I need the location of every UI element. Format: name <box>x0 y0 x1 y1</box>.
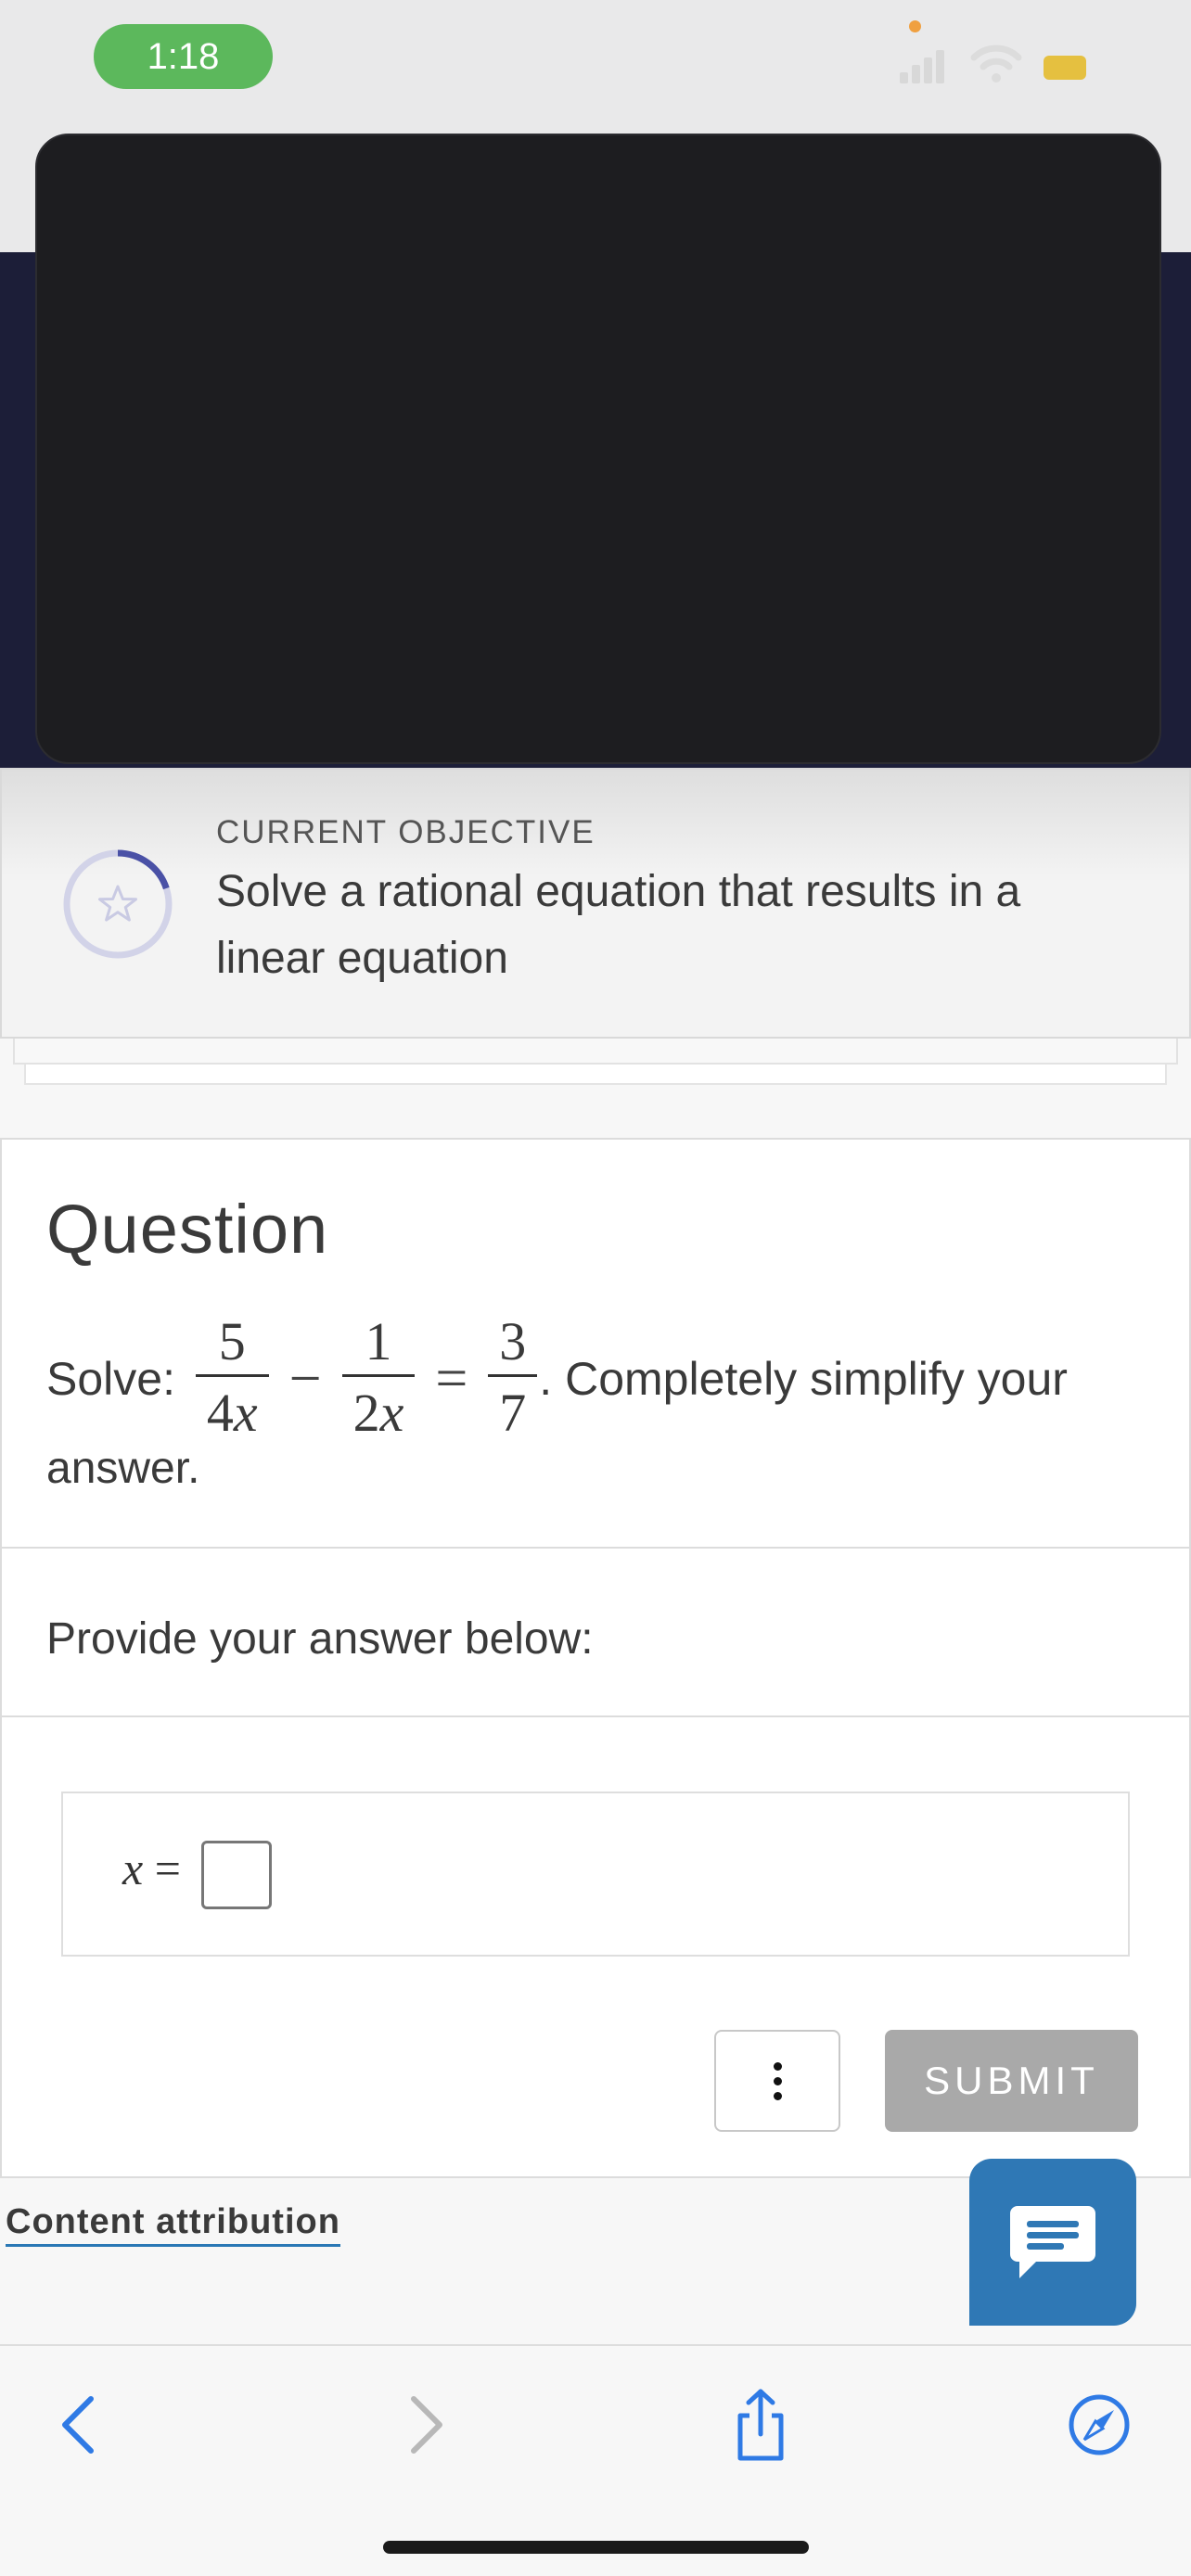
more-icon <box>773 2061 782 2071</box>
objective-progress-ring <box>63 849 173 959</box>
question-suffix-line2: answer. <box>46 1444 200 1493</box>
video-panel[interactable] <box>35 134 1161 764</box>
battery-icon <box>1044 56 1086 80</box>
fraction-denominator: 2x <box>341 1373 416 1449</box>
share-icon[interactable] <box>724 2388 798 2462</box>
more-options-button[interactable] <box>714 2030 840 2132</box>
signal-icon <box>900 48 946 83</box>
fraction: 5 4x <box>195 1309 269 1449</box>
fraction-numerator: 3 <box>499 1310 527 1371</box>
star-icon <box>98 885 137 922</box>
objective-text: Solve a rational equation that results i… <box>216 867 1021 983</box>
question-heading: Question <box>46 1191 329 1268</box>
operator-equals: = <box>435 1346 468 1410</box>
question-suffix: . Completely simplify your <box>539 1353 1068 1405</box>
answer-label: x = <box>122 1843 193 1894</box>
question-statement: Solve: 5 4x − 1 2x = 3 7 . Completely si… <box>46 1309 1068 1448</box>
home-indicator <box>383 2541 809 2554</box>
submit-button[interactable]: SUBMIT <box>885 2030 1138 2132</box>
divider <box>0 1547 1191 1549</box>
fraction-numerator: 5 <box>218 1310 246 1371</box>
compass-icon[interactable] <box>1062 2388 1136 2462</box>
privacy-indicator <box>909 20 921 32</box>
divider <box>0 1715 1191 1717</box>
fraction: 3 7 <box>488 1309 538 1449</box>
fraction: 1 2x <box>341 1309 416 1449</box>
fraction-denominator: 7 <box>488 1373 538 1449</box>
operator-minus: − <box>288 1346 322 1410</box>
chat-button[interactable] <box>969 2159 1136 2326</box>
question-prefix: Solve: <box>46 1353 188 1405</box>
objective-caption: CURRENT OBJECTIVE <box>216 814 596 850</box>
wifi-icon <box>970 45 1022 83</box>
chevron-left-icon[interactable] <box>43 2388 117 2462</box>
status-time: 1:18 <box>94 24 273 89</box>
fraction-denominator: 4x <box>195 1373 269 1449</box>
content-attribution-link[interactable]: Content attribution <box>6 2202 340 2247</box>
answer-input[interactable] <box>201 1841 272 1909</box>
chevron-right-icon[interactable] <box>388 2388 462 2462</box>
fraction-numerator: 1 <box>365 1310 392 1371</box>
answer-prompt: Provide your answer below: <box>46 1614 594 1664</box>
chat-icon <box>1010 2206 1095 2278</box>
